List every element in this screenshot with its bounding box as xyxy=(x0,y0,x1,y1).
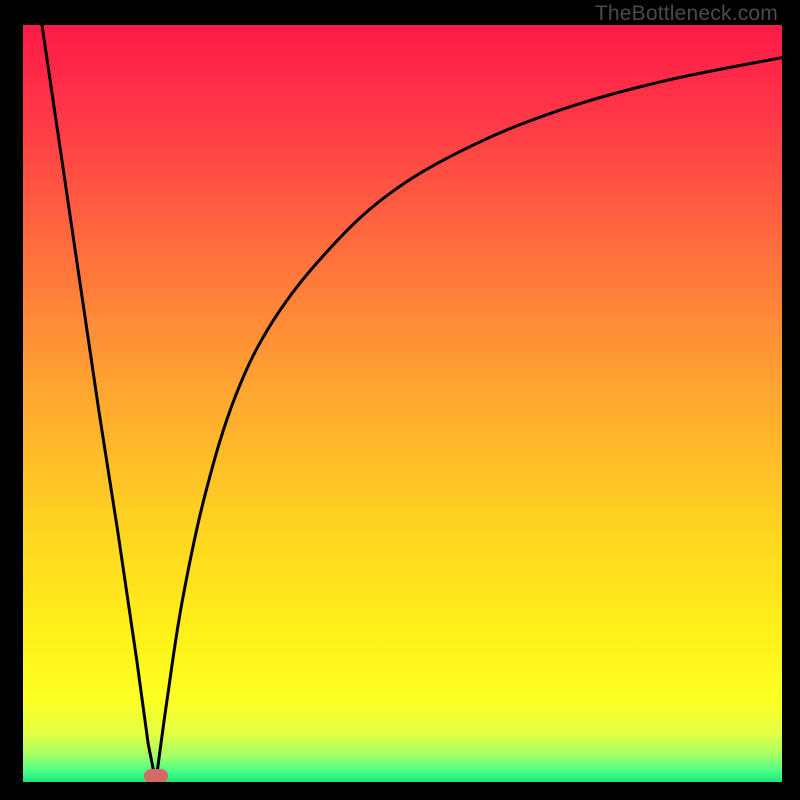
curve-right-branch xyxy=(156,58,782,782)
bottleneck-curve xyxy=(23,25,782,782)
curve-left-branch xyxy=(42,25,156,782)
minimum-marker xyxy=(144,769,168,782)
watermark-text: TheBottleneck.com xyxy=(595,2,778,26)
chart-frame-left xyxy=(0,0,23,800)
chart-frame-bottom xyxy=(0,782,800,800)
plot-area xyxy=(23,25,782,782)
chart-frame-right xyxy=(782,0,800,800)
